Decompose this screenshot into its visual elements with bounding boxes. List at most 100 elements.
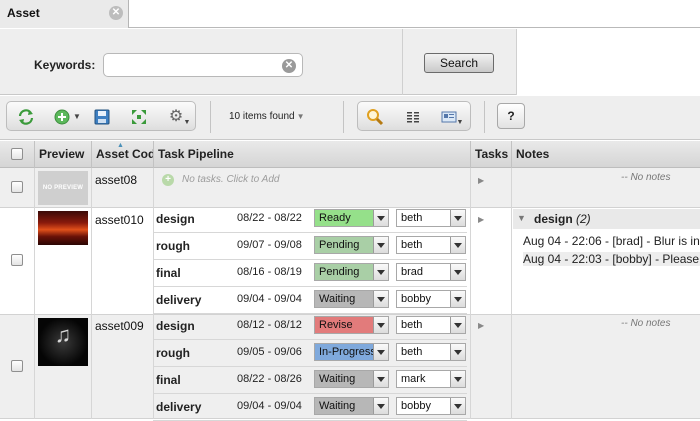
task-name[interactable]: design (156, 319, 195, 333)
assignee-select[interactable]: mark (396, 370, 466, 388)
row-checkbox[interactable] (11, 254, 23, 266)
chevron-down-icon[interactable] (450, 237, 465, 253)
asset-code: asset009 (95, 319, 144, 333)
chevron-down-icon[interactable]: ▼ (183, 114, 191, 132)
status-select[interactable]: Ready (314, 209, 389, 227)
chevron-down-icon[interactable] (450, 344, 465, 360)
column-divider (470, 168, 471, 419)
task-name[interactable]: delivery (156, 293, 201, 307)
column-divider (153, 168, 154, 419)
status-select[interactable]: Revise (314, 316, 389, 334)
column-header-notes[interactable]: Notes (511, 141, 700, 168)
task-pipeline-item[interactable]: final 08/16 - 08/19 Pending brad (153, 260, 467, 287)
row-checkbox[interactable] (11, 360, 23, 372)
row-checkbox[interactable] (11, 181, 23, 193)
add-icon: + (162, 174, 174, 186)
column-header-task-pipeline[interactable]: Task Pipeline (153, 141, 470, 168)
chevron-down-icon[interactable]: ▼ (456, 114, 464, 132)
search-icon[interactable] (366, 108, 384, 126)
chevron-down-icon[interactable] (450, 291, 465, 307)
toolbar: ▼ ⚙ ▼ 10 items found ▼ ▼ ? (0, 96, 700, 140)
task-name[interactable]: delivery (156, 400, 201, 414)
column-header-preview[interactable]: Preview (34, 141, 91, 168)
notes-group-header[interactable]: ▼ design (2) (513, 209, 700, 229)
help-button[interactable]: ? (497, 103, 525, 129)
refresh-icon[interactable] (17, 108, 35, 126)
preview-thumbnail[interactable]: ♫ (38, 318, 88, 366)
chevron-down-icon[interactable] (450, 264, 465, 280)
assignee-select[interactable]: beth (396, 343, 466, 361)
toolbar-divider (484, 101, 485, 133)
task-name[interactable]: design (156, 212, 195, 226)
tab-strip: Asset ✕ (0, 0, 700, 28)
chevron-down-icon[interactable] (450, 371, 465, 387)
task-pipeline-item[interactable]: design 08/22 - 08/22 Ready beth (153, 206, 467, 233)
note-entry[interactable]: Aug 04 - 22:03 - [bobby] - Please (523, 252, 700, 266)
chevron-down-icon[interactable] (373, 264, 388, 280)
status-value: Revise (319, 319, 353, 331)
chevron-down-icon[interactable] (373, 291, 388, 307)
status-select[interactable]: Waiting (314, 370, 389, 388)
assignee-select[interactable]: beth (396, 209, 466, 227)
status-select[interactable]: Pending (314, 236, 389, 254)
select-all-checkbox[interactable] (11, 148, 23, 160)
assignee-select[interactable]: beth (396, 236, 466, 254)
task-pipeline-item[interactable]: design 08/12 - 08/12 Revise beth (153, 313, 467, 340)
add-task-link[interactable]: + No tasks. Click to Add (162, 174, 279, 186)
chevron-down-icon[interactable] (450, 317, 465, 333)
chevron-down-icon[interactable]: ▼ (71, 108, 83, 126)
task-pipeline-item[interactable]: final 08/22 - 08/26 Waiting mark (153, 367, 467, 394)
assignee-select[interactable]: brad (396, 263, 466, 281)
preview-thumbnail[interactable] (38, 211, 88, 245)
chevron-down-icon[interactable] (373, 398, 388, 414)
columns-icon[interactable] (404, 108, 422, 126)
expand-tasks-icon[interactable]: ▶ (478, 215, 484, 224)
status-select[interactable]: Waiting (314, 397, 389, 415)
task-name[interactable]: rough (156, 346, 190, 360)
expand-icon[interactable] (130, 108, 148, 126)
preview-thumbnail[interactable]: NO PREVIEW (38, 171, 88, 205)
chevron-down-icon[interactable] (373, 371, 388, 387)
chevron-down-icon[interactable] (373, 317, 388, 333)
chevron-down-icon[interactable] (450, 398, 465, 414)
status-select[interactable]: Pending (314, 263, 389, 281)
assignee-select[interactable]: bobby (396, 290, 466, 308)
chevron-down-icon[interactable] (450, 210, 465, 226)
chevron-down-icon[interactable] (373, 210, 388, 226)
task-name[interactable]: rough (156, 239, 190, 253)
status-value: Pending (319, 239, 360, 251)
task-name[interactable]: final (156, 266, 181, 280)
toolbar-actions-group: ▼ ⚙ ▼ (6, 101, 196, 131)
chevron-down-icon[interactable] (373, 237, 388, 253)
task-pipeline-item[interactable]: rough 09/07 - 09/08 Pending beth (153, 233, 467, 260)
task-dates: 08/16 - 08/19 (237, 266, 302, 278)
save-icon[interactable] (93, 108, 111, 126)
expand-tasks-icon[interactable]: ▶ (478, 321, 484, 330)
status-select[interactable]: In-Progress (314, 343, 389, 361)
assignee-value: beth (401, 319, 423, 331)
status-select[interactable]: Waiting (314, 290, 389, 308)
sort-ascending-icon: ▲ (117, 142, 124, 149)
keywords-input[interactable] (103, 53, 303, 77)
note-entry[interactable]: Aug 04 - 22:06 - [brad] - Blur is in (523, 234, 700, 248)
tab-asset[interactable]: Asset ✕ (0, 0, 129, 28)
close-icon[interactable]: ✕ (109, 6, 123, 20)
task-pipeline-item[interactable]: rough 09/05 - 09/06 In-Progress beth (153, 340, 467, 367)
chevron-down-icon[interactable]: ▼ (517, 213, 526, 223)
task-pipeline-item[interactable]: delivery 09/04 - 09/04 Waiting bobby (153, 394, 467, 421)
task-pipeline-item[interactable]: delivery 09/04 - 09/04 Waiting bobby (153, 287, 467, 314)
status-value: Ready (319, 212, 351, 224)
status-value: Waiting (319, 400, 356, 412)
add-icon[interactable] (53, 108, 71, 126)
items-found-dropdown[interactable]: 10 items found ▼ (229, 111, 305, 122)
task-name[interactable]: final (156, 373, 181, 387)
task-dates: 08/12 - 08/12 (237, 319, 302, 331)
column-header-tasks[interactable]: Tasks (470, 141, 511, 168)
assignee-select[interactable]: beth (396, 316, 466, 334)
assignee-select[interactable]: bobby (396, 397, 466, 415)
status-value: In-Progress (319, 346, 373, 358)
search-button[interactable]: Search (424, 53, 494, 73)
chevron-down-icon[interactable] (373, 344, 388, 360)
clear-icon[interactable]: ✕ (282, 59, 296, 73)
expand-tasks-icon[interactable]: ▶ (478, 176, 484, 185)
